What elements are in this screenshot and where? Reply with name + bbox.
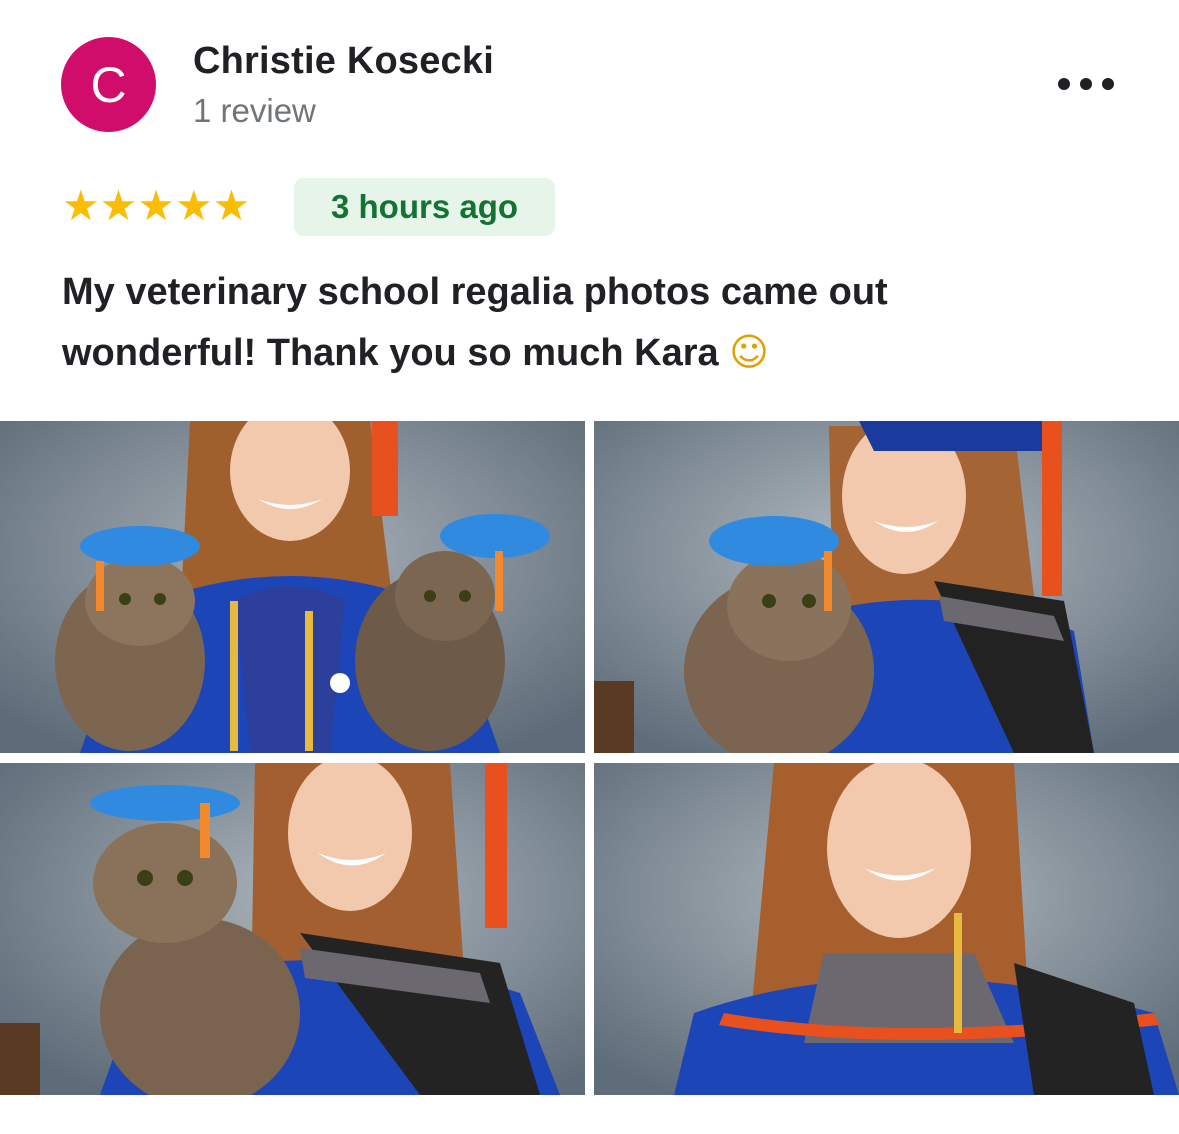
review-text-line-1: My veterinary school regalia photos came… <box>62 271 888 313</box>
dot <box>1080 78 1092 90</box>
review-text-line-2: wonderful! Thank you so much Kara ☺ <box>62 322 1142 383</box>
dot <box>1102 78 1114 90</box>
photo-graduate-holding-cat <box>0 763 585 1095</box>
reviewer-avatar[interactable]: C <box>61 37 156 132</box>
photo-graduate-with-cat <box>594 421 1179 753</box>
more-options-icon[interactable] <box>1058 70 1114 98</box>
smiling-emoji-icon: ☺ <box>729 330 769 374</box>
review-time-badge: 3 hours ago <box>294 178 555 236</box>
avatar-initial: C <box>90 56 127 113</box>
review-photo-4[interactable] <box>594 763 1179 1095</box>
review-text: My veterinary school regalia photos came… <box>62 262 1142 383</box>
review-photo-2[interactable] <box>594 421 1179 753</box>
review-photo-3[interactable] <box>0 763 585 1095</box>
photo-graduate-two-cats <box>0 421 585 753</box>
star-rating: ★★★★★ <box>62 182 251 229</box>
review-count[interactable]: 1 review <box>193 92 316 130</box>
review-text-line-2-body: wonderful! Thank you so much Kara <box>62 332 719 374</box>
photo-graduate-portrait <box>594 763 1179 1095</box>
dot <box>1058 78 1070 90</box>
reviewer-name[interactable]: Christie Kosecki <box>193 40 494 83</box>
review-photo-1[interactable] <box>0 421 585 753</box>
